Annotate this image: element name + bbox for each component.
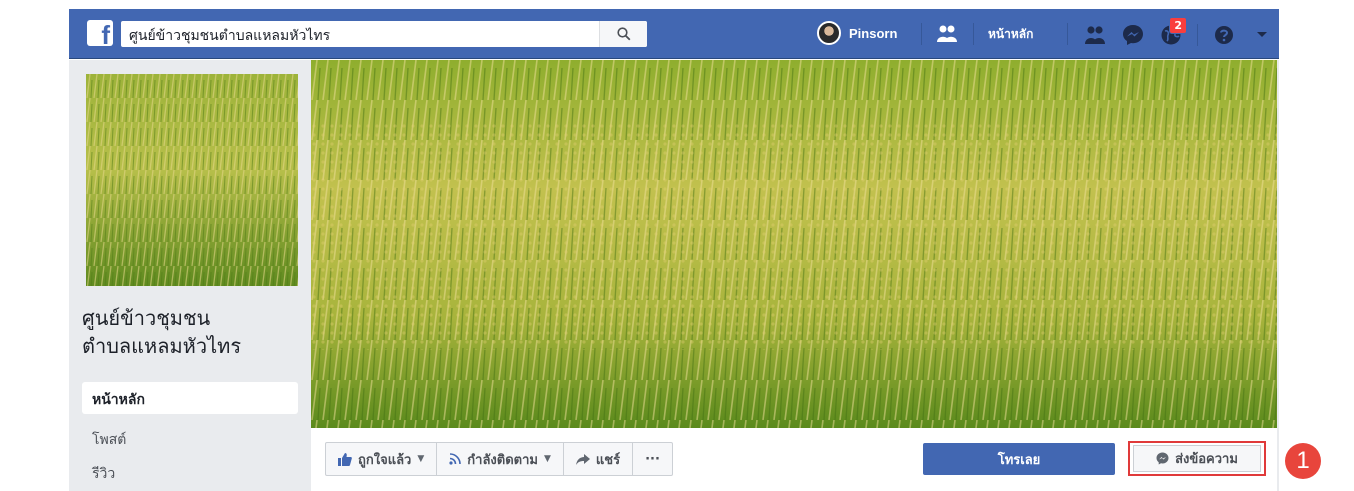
- search-input[interactable]: ศูนย์ข้าวชุมชนตำบลแหลมหัวไทร: [129, 25, 330, 47]
- more-label: ···: [645, 451, 660, 467]
- call-now-button[interactable]: โทรเลย: [923, 443, 1115, 475]
- step-number-badge: 1: [1285, 443, 1321, 479]
- friend-requests-icon[interactable]: [1083, 23, 1107, 47]
- profile-link[interactable]: Pinsorn: [817, 21, 897, 45]
- sidebar-item-home[interactable]: หน้าหลัก: [82, 382, 298, 414]
- caret-down-icon: ▼: [417, 454, 425, 464]
- call-now-label: โทรเลย: [997, 452, 1041, 468]
- page-actions-group: ถูกใจแล้ว ▼ กำลังติดตาม ▼ แชร์ ···: [325, 442, 673, 476]
- send-message-label: ส่งข้อความ: [1175, 452, 1238, 467]
- following-button[interactable]: กำลังติดตาม ▼: [436, 442, 564, 476]
- page-title-line2: ตำบลแหลมหัวไทร: [82, 334, 242, 358]
- search-button[interactable]: [599, 21, 647, 47]
- rice-field-image: [86, 74, 298, 286]
- friends-icon[interactable]: [935, 22, 959, 46]
- page-content: ศูนย์ข้าวชุมชน ตำบลแหลมหัวไทร หน้าหลัก โ…: [69, 60, 1279, 491]
- dropdown-caret-icon[interactable]: [1250, 23, 1274, 47]
- liked-label: ถูกใจแล้ว: [358, 452, 412, 468]
- divider: [1197, 24, 1198, 46]
- messenger-icon: [1156, 452, 1169, 465]
- page-profile-picture[interactable]: [86, 74, 298, 286]
- more-options-button[interactable]: ···: [632, 442, 673, 476]
- send-message-button[interactable]: ส่งข้อความ: [1133, 445, 1261, 472]
- search-box[interactable]: ศูนย์ข้าวชุมชนตำบลแหลมหัวไทร: [121, 21, 647, 47]
- divider: [921, 23, 922, 45]
- top-navigation-bar: f ศูนย์ข้าวชุมชนตำบลแหลมหัวไทร Pinsorn ห…: [69, 9, 1279, 59]
- divider: [1067, 23, 1068, 45]
- page-title-line1: ศูนย์ข้าวชุมชน: [82, 306, 211, 330]
- home-link[interactable]: หน้าหลัก: [988, 25, 1033, 44]
- notifications-globe-icon[interactable]: 2: [1159, 17, 1187, 47]
- liked-button[interactable]: ถูกใจแล้ว ▼: [325, 442, 438, 476]
- home-group: หน้าหลัก: [935, 22, 1033, 46]
- divider: [973, 23, 974, 45]
- logo-letter: f: [101, 20, 110, 46]
- rice-field-cover-image: [311, 60, 1277, 428]
- share-label: แชร์: [595, 452, 621, 468]
- help-icon[interactable]: [1212, 23, 1236, 47]
- cover-section: ถูกใจแล้ว ▼ กำลังติดตาม ▼ แชร์ ··· โทรเล…: [311, 60, 1277, 491]
- thumbs-up-icon: [338, 452, 352, 466]
- messenger-icon[interactable]: [1121, 23, 1145, 47]
- caret-down-icon: ▼: [543, 454, 551, 464]
- cover-photo[interactable]: [311, 60, 1277, 428]
- notification-badge: 2: [1169, 17, 1187, 34]
- notification-icons: 2: [1083, 17, 1274, 47]
- rss-follow-icon: [449, 453, 462, 465]
- page-title: ศูนย์ข้าวชุมชน ตำบลแหลมหัวไทร: [82, 304, 322, 360]
- facebook-logo-icon[interactable]: f: [87, 20, 113, 46]
- share-button[interactable]: แชร์: [562, 442, 634, 476]
- search-icon: [616, 27, 630, 41]
- profile-name: Pinsorn: [849, 25, 898, 41]
- sidebar-item-reviews[interactable]: รีวิว: [82, 456, 298, 488]
- following-label: กำลังติดตาม: [467, 452, 538, 468]
- send-message-highlight: ส่งข้อความ: [1128, 441, 1266, 476]
- share-arrow-icon: [575, 453, 590, 465]
- sidebar-item-posts[interactable]: โพสต์: [82, 422, 298, 454]
- page-action-bar: ถูกใจแล้ว ▼ กำลังติดตาม ▼ แชร์ ··· โทรเล…: [311, 428, 1277, 491]
- avatar: [817, 21, 841, 45]
